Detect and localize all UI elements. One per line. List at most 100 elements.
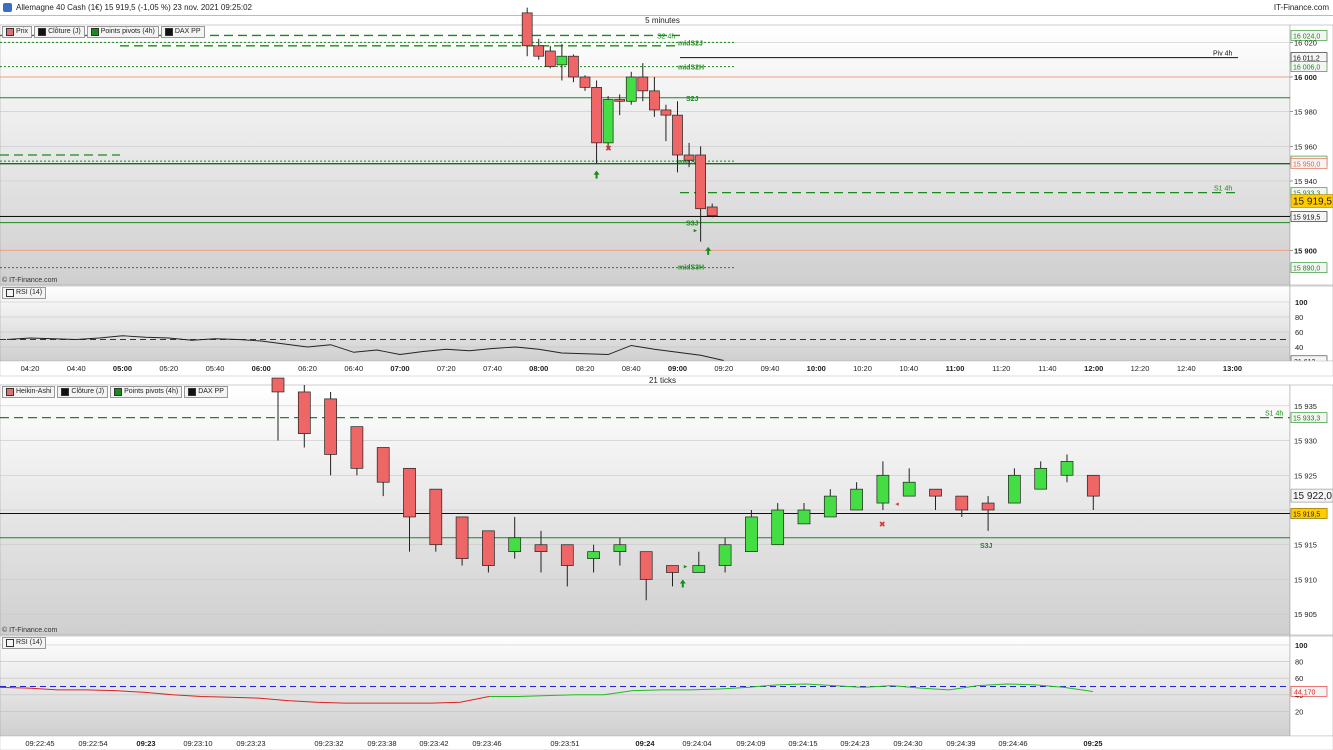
sell-cross-icon: ✖ <box>879 520 886 529</box>
ha-candle-body <box>376 447 390 483</box>
top-time-label: 12:20 <box>1131 364 1150 373</box>
top-rsi-legend[interactable]: RSI (14) <box>2 287 47 299</box>
top-candle-body <box>672 114 683 156</box>
bottom-time-label: 09:22:45 <box>25 739 54 748</box>
level-label-s2-4h: S2 4h <box>657 33 675 40</box>
legend-label: Prix <box>16 28 29 35</box>
bottom-level-label-s3j: S3J <box>980 543 993 550</box>
top-time-label: 09:20 <box>714 364 733 373</box>
top-time-label: 08:00 <box>529 364 548 373</box>
bottom-ytick-label: 15 925 <box>1294 471 1317 480</box>
sell-cross-icon: ✖ <box>605 144 612 153</box>
top-time-label: 10:20 <box>853 364 872 373</box>
ha-candle-body <box>508 537 522 553</box>
top-time-label: 06:40 <box>344 364 363 373</box>
bottom-legend: Heikin-Ashi Clôture (J) Points pivots (4h)… <box>2 386 228 398</box>
top-price-tag-label: 16 006,0 <box>1293 65 1320 72</box>
top-legend-item[interactable]: Points pivots (4h) <box>86 26 159 38</box>
bottom-time-label: 09:24:15 <box>788 739 817 748</box>
bottom-level-label-s1-4h: S1 4h <box>1265 411 1283 418</box>
bottom-ytick-label: 15 915 <box>1294 541 1317 550</box>
legend-label: Clôture (J) <box>71 388 105 395</box>
legend-label: Clôture (J) <box>48 28 81 35</box>
top-time-label: 10:00 <box>807 364 826 373</box>
bottom-ytick-label: 15 910 <box>1294 575 1317 584</box>
signal-triangle-icon: ▸ <box>684 564 688 571</box>
top-time-label: 09:00 <box>668 364 687 373</box>
legend-label: DAX PP <box>198 388 224 395</box>
legend-swatch-icon <box>6 28 14 36</box>
top-ytick-label: 15 940 <box>1294 177 1317 186</box>
ha-candle-body <box>823 495 837 518</box>
top-legend-item[interactable]: Clôture (J) <box>34 26 85 38</box>
bottom-time-label: 09:24:04 <box>682 739 711 748</box>
top-time-label: 07:00 <box>390 364 409 373</box>
top-rsi-label: RSI (14) <box>16 289 43 296</box>
top-time-label: 04:20 <box>21 364 40 373</box>
bottom-rsi-tick-label: 20 <box>1295 707 1303 716</box>
level-label-s1-4h: S1 4h <box>1214 186 1232 193</box>
top-price-tag-label: 15 950,0 <box>1293 162 1320 169</box>
bottom-ytick-label: 15 930 <box>1294 437 1317 446</box>
top-time-label: 11:20 <box>992 364 1010 373</box>
ha-candle-body <box>902 481 916 497</box>
top-legend-item[interactable]: Prix <box>2 26 33 38</box>
bottom-time-label: 09:24:46 <box>998 739 1027 748</box>
legend-swatch-icon <box>188 388 197 396</box>
ha-candle-body <box>403 467 416 518</box>
ha-candle-body <box>534 544 548 553</box>
top-candle-body <box>556 55 568 66</box>
ha-candle-body <box>797 509 811 525</box>
top-candle-body <box>521 12 533 47</box>
top-candle-body <box>591 87 602 144</box>
bottom-time-label: 09:23:42 <box>419 739 448 748</box>
legend-swatch-icon <box>90 28 99 36</box>
bottom-time-label: 09:23 <box>136 739 155 748</box>
top-candle-body <box>568 55 579 78</box>
legend-swatch-icon <box>38 28 47 36</box>
bottom-price-tag-label: 15 933,3 <box>1293 416 1320 423</box>
ha-candle-body <box>297 391 311 434</box>
bottom-rsi-tick-label: 60 <box>1295 674 1303 683</box>
top-time-label: 05:20 <box>159 364 178 373</box>
bottom-time-label: 09:23:32 <box>314 739 343 748</box>
legend-label: Points pivots (4h) <box>100 28 155 35</box>
top-candle-body <box>614 99 626 102</box>
top-price-tag-label: 15 919,5 <box>1293 215 1320 222</box>
top-candle-body <box>649 90 660 111</box>
top-time-label: 13:00 <box>1223 364 1242 373</box>
ha-candle-body <box>1086 474 1100 497</box>
top-price-panel-bg <box>0 24 1291 286</box>
bottom-legend-item[interactable]: Clôture (J) <box>57 386 109 398</box>
legend-swatch-icon <box>6 388 14 396</box>
ha-candle-body <box>613 544 627 553</box>
top-candle-body <box>706 206 718 217</box>
top-ytick-label: 15 960 <box>1294 142 1317 151</box>
bottom-time-label: 09:23:46 <box>472 739 501 748</box>
top-legend: Prix Clôture (J) Points pivots (4h) DAX PP <box>2 26 205 38</box>
bottom-legend-item[interactable]: DAX PP <box>184 386 228 398</box>
bottom-rsi-tick-label: 80 <box>1295 658 1303 667</box>
top-time-label: 12:00 <box>1084 364 1103 373</box>
signal-triangle-icon: ◂ <box>895 501 899 508</box>
ha-candle-body <box>929 488 942 497</box>
top-candle-body <box>695 154 706 210</box>
ha-candle-body <box>955 495 969 511</box>
ha-candle-body <box>666 565 679 573</box>
top-legend-item[interactable]: DAX PP <box>160 26 205 38</box>
bottom-rsi-legend[interactable]: RSI (14) <box>2 637 47 649</box>
top-time-label: 12:40 <box>1177 364 1196 373</box>
legend-label: Points pivots (4h) <box>124 388 179 395</box>
ha-candle-body <box>692 565 706 573</box>
legend-label: Heikin-Ashi <box>16 388 52 395</box>
legend-swatch-icon <box>61 388 70 396</box>
bottom-legend-item[interactable]: Heikin-Ashi <box>2 386 56 398</box>
bottom-legend-item[interactable]: Points pivots (4h) <box>110 386 183 398</box>
top-time-label: 07:20 <box>437 364 456 373</box>
ha-candle-body <box>455 516 469 559</box>
ha-candle-body <box>718 544 732 566</box>
ha-candle-body <box>1034 467 1048 490</box>
ha-candle-body <box>850 488 863 511</box>
top-time-label: 09:40 <box>761 364 780 373</box>
top-time-label: 10:40 <box>899 364 918 373</box>
